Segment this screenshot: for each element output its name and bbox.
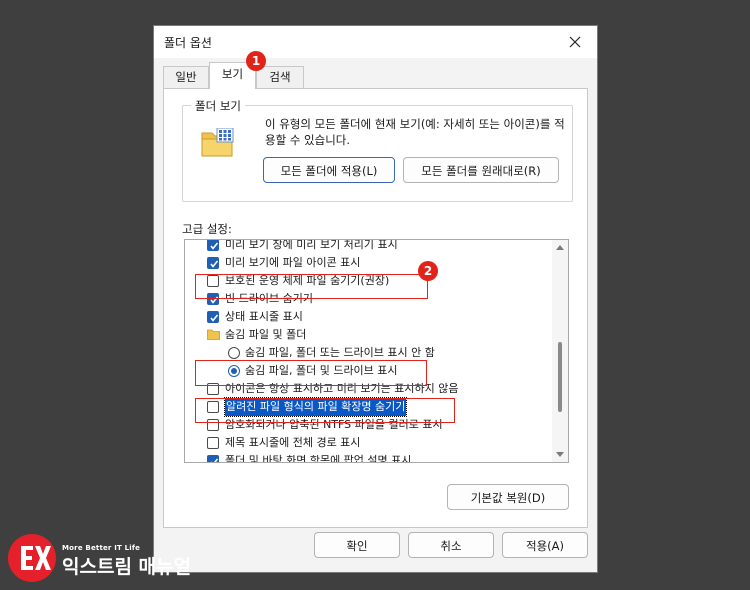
item-label: 상태 표시줄 표시 [225,310,303,323]
tab-general-label: 일반 [175,70,197,84]
checkbox-hide-protected-os-files[interactable] [207,275,219,287]
tab-search-label: 검색 [269,70,291,84]
item-label: 아이콘은 항상 표시하고 미리 보기는 표시하지 않음 [225,382,459,395]
list-item: 숨김 파일 및 폴더 [185,326,551,344]
item-label: 숨김 파일, 폴더 및 드라이브 표시 [245,364,398,377]
list-item[interactable]: 숨김 파일, 폴더 및 드라이브 표시 [185,362,551,380]
apply-button[interactable]: 적용(A) [502,532,588,558]
title-bar: 폴더 옵션 [154,26,597,58]
tab-search[interactable]: 검색 [256,66,304,88]
scroll-up-arrow-icon[interactable] [556,245,564,250]
list-item[interactable]: 아이콘은 항상 표시하고 미리 보기는 표시하지 않음 [185,380,551,398]
checkbox-status-bar[interactable] [207,311,219,323]
ok-button[interactable]: 확인 [314,532,400,558]
list-item[interactable]: 제목 표시줄에 전체 경로 표시 [185,434,551,452]
apply-to-folders-button[interactable]: 모든 폴더에 적용(L) [263,157,395,183]
checkmark-icon [210,296,219,304]
checkbox-full-path-title[interactable] [207,437,219,449]
list-item[interactable]: 숨김 파일, 폴더 또는 드라이브 표시 안 함 [185,344,551,362]
list-item[interactable]: 알려진 파일 형식의 파일 확장명 숨기기 [185,397,551,417]
list-item[interactable]: 보호된 운영 체제 파일 숨기기(권장) [185,272,551,290]
radio-show-hidden[interactable] [228,365,240,377]
tab-general[interactable]: 일반 [163,66,209,88]
item-label: 숨김 파일 및 폴더 [225,328,307,341]
checkbox-file-icon-thumbnails[interactable] [207,257,219,269]
scroll-down-arrow-icon[interactable] [556,452,564,457]
checkbox-hide-extensions[interactable] [207,401,219,413]
close-button[interactable] [553,26,597,58]
list-item[interactable]: 상태 표시줄 표시 [185,308,551,326]
folder-options-dialog: 폴더 옵션 일반 보기 검색 폴더 보기 이 유형의 모든 폴더에 현재 보기(… [153,25,598,573]
scroll-thumb[interactable] [558,342,562,412]
list-item[interactable]: 미리 보기에 파일 아이콘 표시 [185,254,551,272]
list-item[interactable]: 미리 보기 창에 미리 보기 처리기 표시 [185,239,551,254]
radio-dont-show-hidden[interactable] [228,347,240,359]
folder-icon [207,329,220,340]
checkbox-always-show-icons[interactable] [207,383,219,395]
list-item[interactable]: 암호화되거나 압축된 NTFS 파일을 컬러로 표시 [185,416,551,434]
list-item[interactable]: 폴더 및 바탕 화면 항목에 팝업 설명 표시 [185,452,551,463]
checkmark-icon [210,314,219,322]
close-icon [569,36,581,48]
tab-view-label: 보기 [221,67,244,81]
item-label: 숨김 파일, 폴더 또는 드라이브 표시 안 함 [245,346,435,359]
reset-folders-button[interactable]: 모든 폴더를 원래대로(R) [403,157,559,183]
item-label: 보호된 운영 체제 파일 숨기기(권장) [225,274,390,287]
checkbox-preview-handlers[interactable] [207,240,219,251]
watermark-logo: More Better IT Life 익스트림 매뉴얼 [8,534,208,584]
advanced-settings-label: 고급 설정: [182,222,232,236]
folder-views-description: 이 유형의 모든 폴더에 현재 보기(예: 자세히 또는 아이콘)를 적용할 수… [265,117,565,147]
advanced-settings-tree[interactable]: 미리 보기 창에 미리 보기 처리기 표시 미리 보기에 파일 아이콘 표시 보… [184,239,569,463]
item-label: 미리 보기에 파일 아이콘 표시 [225,256,361,269]
checkmark-icon [210,260,219,268]
item-label: 폴더 및 바탕 화면 항목에 팝업 설명 표시 [225,454,412,463]
item-label: 제목 표시줄에 전체 경로 표시 [225,436,361,449]
folder-views-group: 폴더 보기 이 유형의 모든 폴더에 현재 보기(예: 자세히 또는 아이콘)를… [182,98,573,202]
checkbox-popup-description[interactable] [207,455,219,462]
dialog-title: 폴더 옵션 [164,36,212,50]
checkbox-ntfs-color[interactable] [207,419,219,431]
tree-scrollbar[interactable] [552,240,568,462]
list-item[interactable]: 빈 드라이브 숨기기 [185,290,551,308]
annotation-badge-1: 1 [246,51,266,71]
checkmark-icon [210,242,219,250]
folder-views-title: 폴더 보기 [191,98,245,114]
restore-defaults-button[interactable]: 기본값 복원(D) [447,484,569,510]
folder-view-icon [201,128,234,157]
item-label: 미리 보기 창에 미리 보기 처리기 표시 [225,239,398,251]
item-label: 빈 드라이브 숨기기 [225,292,313,305]
item-label: 암호화되거나 압축된 NTFS 파일을 컬러로 표시 [225,418,443,431]
checkbox-hide-empty-drives[interactable] [207,293,219,305]
logo-name: 익스트림 매뉴얼 [62,556,191,578]
logo-tagline: More Better IT Life [62,544,141,552]
view-tab-panel: 폴더 보기 이 유형의 모든 폴더에 현재 보기(예: 자세히 또는 아이콘)를… [163,88,588,528]
cancel-button[interactable]: 취소 [408,532,494,558]
checkmark-icon [211,458,219,462]
logo-mark-icon [8,534,56,582]
item-label-selected: 알려진 파일 형식의 파일 확장명 숨기기 [223,397,408,417]
annotation-badge-2: 2 [418,261,438,281]
